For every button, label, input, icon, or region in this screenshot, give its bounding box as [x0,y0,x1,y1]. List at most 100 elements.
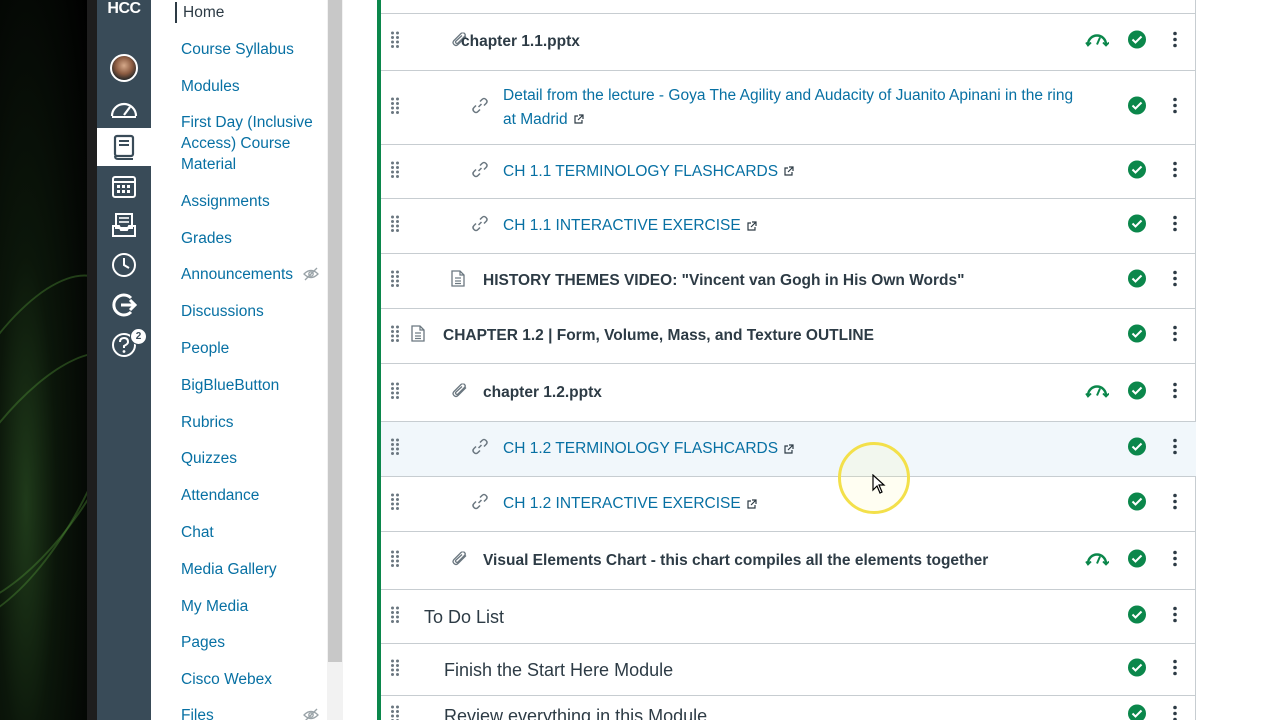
course-nav-media-gallery[interactable]: Media Gallery [181,559,321,580]
module-item-title[interactable]: Finish the Start Here Module [444,658,1044,682]
drag-handle-icon[interactable] [390,605,400,623]
module-item-row[interactable]: Detail from the lecture - Goya The Agili… [381,71,1196,145]
course-nav-announcements-row[interactable]: Announcements [181,264,325,285]
publish-toggle[interactable] [1127,214,1147,239]
item-options-button[interactable] [1172,325,1178,348]
course-nav-people[interactable]: People [181,338,321,359]
module-item-title-text[interactable]: CH 1.2 TERMINOLOGY FLASHCARDS [503,440,778,457]
module-item-title[interactable]: CH 1.1 TERMINOLOGY FLASHCARDS [503,160,1103,184]
drag-handle[interactable] [390,658,400,681]
published-check-icon[interactable] [1127,604,1147,624]
module-item-row[interactable]: Finish the Start Here Module [381,644,1196,696]
drag-handle-icon[interactable] [390,215,400,233]
module-item-row[interactable]: CH 1.2 INTERACTIVE EXERCISE [381,477,1196,532]
published-check-icon[interactable] [1127,324,1147,344]
module-item-title[interactable]: HISTORY THEMES VIDEO: "Vincent van Gogh … [483,269,1083,293]
kebab-menu-icon[interactable] [1172,325,1178,343]
publish-toggle[interactable] [1127,380,1147,405]
published-check-icon[interactable] [1127,437,1147,457]
drag-handle-icon[interactable] [390,704,400,720]
publish-toggle[interactable] [1127,159,1147,184]
commons-nav-item[interactable] [97,286,151,324]
course-nav-attendance[interactable]: Attendance [181,485,321,506]
mastery-paths-button[interactable] [1085,382,1110,403]
course-nav-quizzes[interactable]: Quizzes [181,448,321,469]
kebab-menu-icon[interactable] [1172,381,1178,399]
drag-handle-icon[interactable] [390,160,400,178]
drag-handle[interactable] [390,549,400,572]
drag-handle[interactable] [390,605,400,628]
course-nav-files-row[interactable]: Files [181,705,325,720]
module-item-title[interactable]: Review everything in this Module [444,704,1044,720]
module-item-row[interactable]: chapter 1.1.pptx [381,14,1196,71]
item-options-button[interactable] [1172,438,1178,461]
drag-handle[interactable] [390,438,400,461]
module-item-row[interactable]: chapter 1.2.pptx [381,364,1196,422]
published-check-icon[interactable] [1127,159,1147,179]
drag-handle-icon[interactable] [390,96,400,114]
mastery-paths-icon[interactable] [1085,382,1110,398]
item-options-button[interactable] [1172,270,1178,293]
published-check-icon[interactable] [1127,214,1147,234]
publish-toggle[interactable] [1127,604,1147,629]
course-nav-bigbluebutton[interactable]: BigBlueButton [181,375,321,396]
publish-toggle[interactable] [1127,30,1147,55]
published-check-icon[interactable] [1127,95,1147,115]
item-options-button[interactable] [1172,493,1178,516]
publish-toggle[interactable] [1127,703,1147,720]
module-item-title-text[interactable]: CH 1.2 INTERACTIVE EXERCISE [503,495,741,512]
module-item-row[interactable]: HISTORY THEMES VIDEO: "Vincent van Gogh … [381,254,1196,309]
course-nav-pages[interactable]: Pages [181,632,321,653]
module-item-title-text[interactable]: CH 1.1 INTERACTIVE EXERCISE [503,217,741,234]
course-nav-syllabus[interactable]: Course Syllabus [181,39,321,60]
courses-nav-item[interactable] [97,128,151,166]
publish-toggle[interactable] [1127,95,1147,120]
module-item-row[interactable]: CH 1.1 INTERACTIVE EXERCISE [381,199,1196,254]
help-nav-item[interactable]: 2 [97,326,151,364]
course-nav-cisco-webex[interactable]: Cisco Webex [181,669,321,690]
course-nav-scrollbar[interactable] [327,0,343,720]
course-nav-first-day-material[interactable]: First Day (Inclusive Access) Course Mate… [181,112,321,175]
module-item-row[interactable]: Visual Elements Chart - this chart compi… [381,532,1196,590]
module-item-title[interactable]: chapter 1.1.pptx [461,30,1061,54]
course-nav-discussions[interactable]: Discussions [181,301,321,322]
mastery-paths-button[interactable] [1085,32,1110,53]
module-item-title[interactable]: CH 1.2 TERMINOLOGY FLASHCARDS [503,437,1103,461]
kebab-menu-icon[interactable] [1172,270,1178,288]
item-options-button[interactable] [1172,605,1178,628]
scrollbar-thumb[interactable] [328,0,342,662]
item-options-button[interactable] [1172,704,1178,720]
module-item-title[interactable]: chapter 1.2.pptx [483,381,1083,405]
item-options-button[interactable] [1172,96,1178,119]
module-item-title[interactable]: CH 1.1 INTERACTIVE EXERCISE [503,214,1103,238]
module-item-title[interactable]: CHAPTER 1.2 | Form, Volume, Mass, and Te… [443,324,1043,348]
drag-handle-icon[interactable] [390,438,400,456]
drag-handle[interactable] [390,96,400,119]
kebab-menu-icon[interactable] [1172,549,1178,567]
module-item-title[interactable]: Detail from the lecture - Goya The Agili… [503,84,1083,132]
dashboard-nav-item[interactable] [97,90,151,128]
published-check-icon[interactable] [1127,548,1147,568]
module-item-title[interactable]: Visual Elements Chart - this chart compi… [483,549,1083,573]
course-nav-modules[interactable]: Modules [181,76,321,97]
drag-handle-icon[interactable] [390,381,400,399]
drag-handle[interactable] [390,325,400,348]
drag-handle-icon[interactable] [390,549,400,567]
drag-handle-icon[interactable] [390,658,400,676]
published-check-icon[interactable] [1127,703,1147,720]
drag-handle[interactable] [390,704,400,720]
mastery-paths-icon[interactable] [1085,550,1110,566]
kebab-menu-icon[interactable] [1172,658,1178,676]
course-nav-assignments[interactable]: Assignments [181,191,321,212]
module-item-title-text[interactable]: CH 1.1 TERMINOLOGY FLASHCARDS [503,163,778,180]
course-nav-files[interactable]: Files [181,707,214,720]
kebab-menu-icon[interactable] [1172,160,1178,178]
item-options-button[interactable] [1172,658,1178,681]
course-nav-rubrics[interactable]: Rubrics [181,412,321,433]
drag-handle[interactable] [390,160,400,183]
publish-toggle[interactable] [1127,324,1147,349]
drag-handle-icon[interactable] [390,270,400,288]
module-item-row[interactable]: CH 1.2 TERMINOLOGY FLASHCARDS [381,422,1196,477]
module-item-row[interactable]: To Do List [381,590,1196,644]
institution-logo[interactable]: HCC [97,0,151,26]
